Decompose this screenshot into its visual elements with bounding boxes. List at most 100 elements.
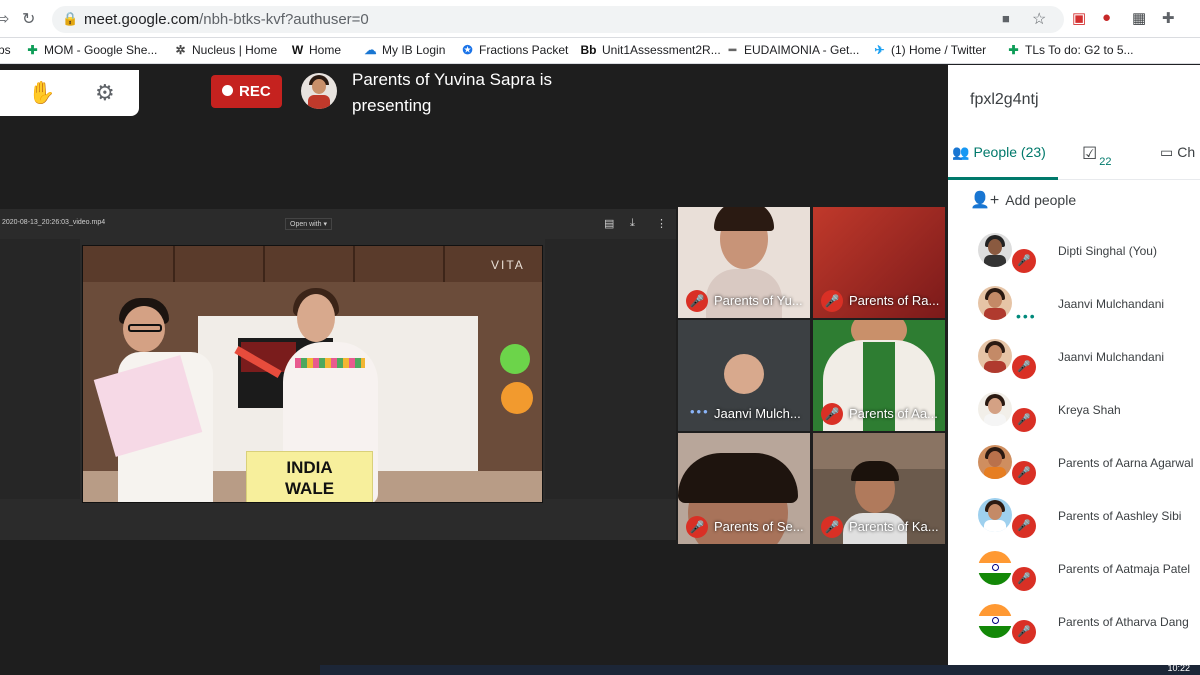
background-window-right — [545, 239, 676, 499]
bookmark-item[interactable]: ✚ TLs To do: G2 to 5... — [1007, 43, 1133, 57]
participant-tile[interactable]: ••• Jaanvi Mulch... — [678, 320, 810, 431]
bookmark-item[interactable]: ━ EUDAIMONIA - Get... — [726, 43, 859, 57]
participant-tile[interactable]: 🎤 Parents of Yu... — [678, 207, 810, 318]
bb-icon: Bb — [580, 43, 597, 57]
tab-people[interactable]: 👥 People (23) — [952, 144, 1046, 161]
tab-chat[interactable]: ▭ Ch — [1160, 144, 1195, 161]
participant-row[interactable]: 🎤 Jaanvi Mulchandani — [948, 331, 1200, 384]
chat-icon: ▭ — [1160, 144, 1174, 160]
raise-hand-icon[interactable]: ✋ — [28, 80, 55, 106]
bookmark-star-icon[interactable]: ☆ — [1032, 9, 1046, 29]
india-flag-avatar — [978, 604, 1012, 638]
participant-row[interactable]: ••• Jaanvi Mulchandani — [948, 278, 1200, 331]
recording-badge: REC — [211, 75, 282, 108]
speaking-dots-icon: ••• — [690, 404, 710, 419]
participant-row[interactable]: 🎤 Parents of Aarna Agarwal — [948, 437, 1200, 490]
url-text[interactable]: meet.google.com/nbh-btks-kvf?authuser=0 — [84, 11, 369, 28]
browser-toolbar: ⇨ ↻ 🔒 meet.google.com/nbh-btks-kvf?authu… — [0, 0, 1200, 38]
participant-name: Parents of Aa... — [849, 406, 938, 421]
cloud-icon: ☁ — [364, 43, 377, 57]
bookmark-item[interactable]: W Home — [291, 43, 341, 57]
participant-name: Parents of Se... — [714, 519, 804, 534]
record-dot-icon — [222, 85, 233, 96]
participant-tile[interactable]: 🎤 Parents of Se... — [678, 433, 810, 544]
participant-name: Jaanvi Mulchandani — [1058, 297, 1165, 311]
compass-icon: ✪ — [462, 43, 473, 57]
participant-row[interactable]: 🎤 Parents of Aashley Sibi — [948, 490, 1200, 543]
avatar — [978, 498, 1012, 532]
participant-tile[interactable]: 🎤 Parents of Ra... — [813, 207, 945, 318]
checkbox-icon: ☑ — [1082, 144, 1098, 163]
avatar — [978, 445, 1012, 479]
video-viewer-toolbar: 2020-08-13_20:26:03_video.mp4 Open with … — [0, 209, 676, 237]
avatar — [978, 286, 1012, 320]
download-icon[interactable]: ⤓ — [630, 217, 635, 230]
participant-name: Jaanvi Mulchandani — [1058, 350, 1165, 364]
comment-icon[interactable]: ▤ — [604, 217, 614, 230]
participant-tile[interactable]: 🎤 Parents of Ka... — [813, 433, 945, 544]
settings-gear-icon[interactable]: ⚙ — [95, 80, 115, 106]
participant-name: Dipti Singhal (You) — [1058, 244, 1157, 258]
participant-row[interactable]: 🎤 Parents of Aatmaja Patel — [948, 543, 1200, 596]
avatar — [978, 392, 1012, 426]
mic-off-icon: 🎤 — [1012, 249, 1036, 273]
taskbar-clock: 10:22 — [1167, 663, 1190, 673]
people-list: 🎤 Dipti Singhal (You) ••• Jaanvi Mulchan… — [948, 225, 1200, 675]
panel-tabs: 👥 People (23) ☑ 22 ▭ Ch — [948, 130, 1200, 180]
participant-row[interactable]: 🎤 Parents of Atharva Dang — [948, 596, 1200, 649]
meeting-controls: ✋ ⚙ — [0, 70, 139, 116]
video-file-name: 2020-08-13_20:26:03_video.mp4 — [2, 219, 106, 226]
participant-name: Parents of Atharva Dang — [1058, 615, 1189, 629]
bookmark-item[interactable]: ps — [0, 43, 11, 57]
bookmark-item[interactable]: Bb Unit1Assessment2R... — [580, 43, 721, 57]
extension-icon[interactable]: ● — [1102, 9, 1111, 26]
bookmark-item[interactable]: ✈ (1) Home / Twitter — [873, 43, 986, 57]
lock-icon: 🔒 — [62, 11, 79, 26]
mic-off-icon: 🎤 — [1012, 355, 1036, 379]
add-people-button[interactable]: 👤+ Add people — [970, 190, 1076, 210]
reload-icon[interactable]: ↻ — [22, 9, 35, 29]
windows-taskbar: 10:22 — [320, 663, 1200, 675]
participant-tile[interactable]: 🎤 Parents of Aa... — [813, 320, 945, 431]
bookmark-item[interactable]: ✲ Nucleus | Home — [174, 43, 277, 57]
mic-off-icon: 🎤 — [1012, 461, 1036, 485]
participant-name: Parents of Aarna Agarwal — [1058, 456, 1194, 470]
participant-row[interactable]: 🎤 Kreya Shah — [948, 384, 1200, 437]
meeting-stage: ✋ ⚙ REC Parents of Yuvina Sapra is prese… — [0, 65, 948, 675]
shared-screen: 2020-08-13_20:26:03_video.mp4 Open with … — [0, 209, 676, 540]
mic-off-icon: 🎤 — [1012, 514, 1036, 538]
bookmark-item[interactable]: ✪ Fractions Packet — [461, 43, 568, 57]
participant-name: Parents of Aashley Sibi — [1058, 509, 1182, 523]
address-bar[interactable]: 🔒 meet.google.com/nbh-btks-kvf?authuser=… — [52, 6, 1064, 33]
participant-name: Jaanvi Mulch... — [714, 406, 801, 421]
participant-name: Parents of Ka... — [849, 519, 939, 534]
more-options-icon[interactable]: ⋮ — [656, 217, 667, 230]
india-wale-sign: INDIA WALE — [246, 451, 373, 502]
participant-row[interactable]: 🎤 Dipti Singhal (You) — [948, 225, 1200, 278]
camera-icon[interactable]: ■ — [1002, 11, 1010, 26]
india-flag-avatar — [978, 551, 1012, 585]
meeting-code: fpxl2g4ntj — [970, 91, 1039, 108]
twitter-icon: ✈ — [874, 43, 885, 57]
active-tab-indicator — [948, 177, 1058, 180]
bookmark-item[interactable]: ☁ My IB Login — [364, 43, 446, 57]
participant-name: Parents of Aatmaja Patel — [1058, 562, 1191, 576]
participant-name: Parents of Yu... — [714, 293, 803, 308]
people-icon: 👥 — [952, 144, 970, 160]
avatar — [978, 339, 1012, 373]
puzzle-icon[interactable]: ✚ — [1162, 9, 1175, 27]
mic-off-icon: 🎤 — [1012, 567, 1036, 591]
participant-name: Parents of Ra... — [849, 293, 940, 308]
mic-off-icon: 🎤 — [821, 403, 843, 425]
open-with-button[interactable]: Open with ▾ — [285, 218, 332, 230]
bookmark-item[interactable]: ✚ MOM - Google She... — [26, 43, 157, 57]
mic-off-icon: 🎤 — [1012, 408, 1036, 432]
people-panel: fpxl2g4ntj 👥 People (23) ☑ 22 ▭ Ch 👤+ Add pe… — [948, 65, 1200, 675]
back-icon[interactable]: ⇨ — [0, 9, 9, 29]
mic-off-icon: 🎤 — [821, 290, 843, 312]
video-frame: VITA INDIA WALE — [82, 245, 543, 503]
tab-tasks[interactable]: ☑ 22 — [1082, 144, 1112, 168]
grid-extension-icon[interactable]: ▦ — [1132, 9, 1146, 27]
extension-icon[interactable]: ▣ — [1072, 9, 1086, 27]
mic-off-icon: 🎤 — [686, 516, 708, 538]
